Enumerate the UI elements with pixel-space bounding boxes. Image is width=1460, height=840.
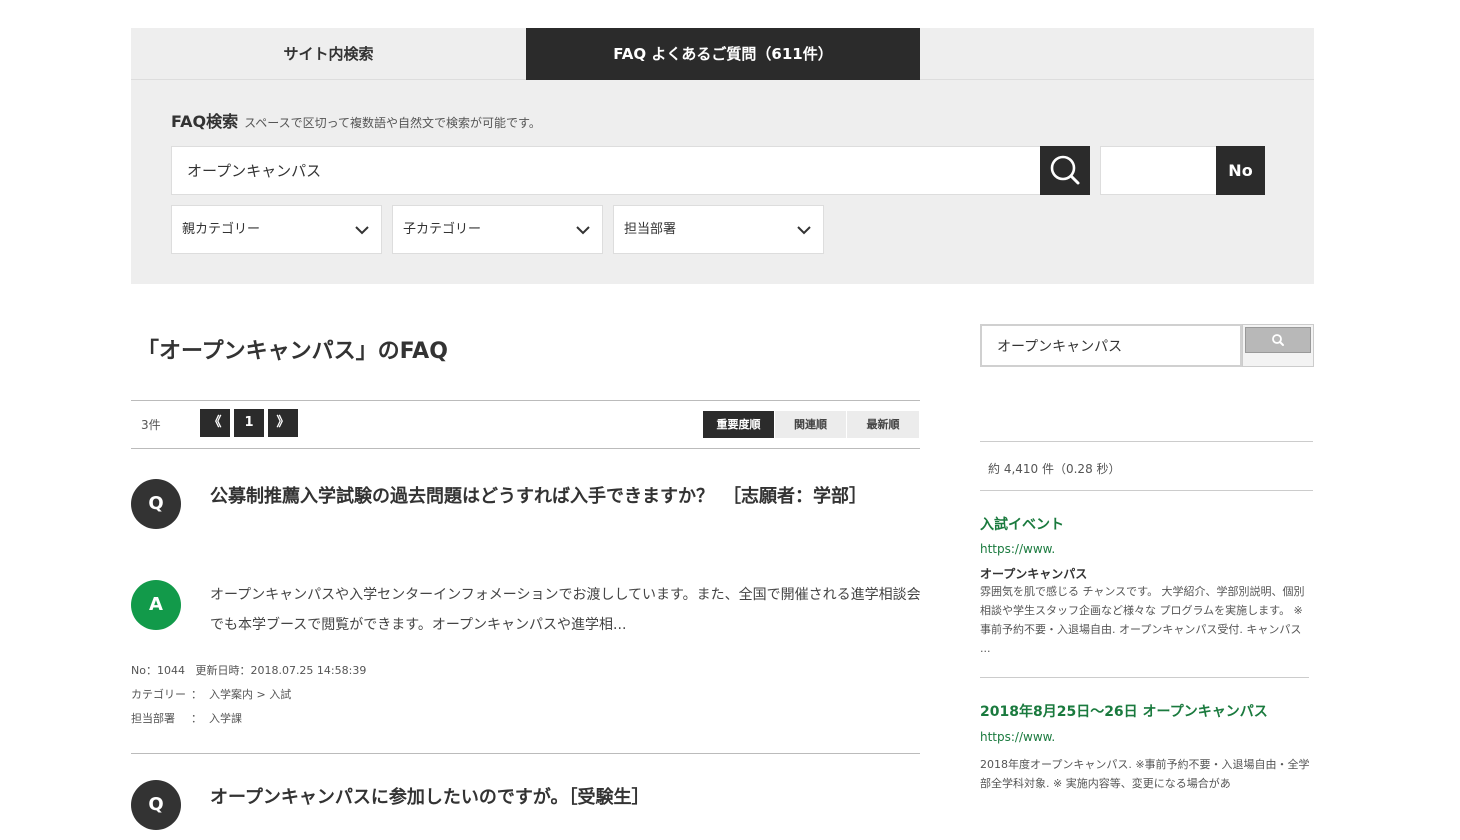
parent-category-label: 親カテゴリー xyxy=(182,222,261,237)
divider xyxy=(980,677,1309,678)
faq-number-input[interactable] xyxy=(1100,146,1217,195)
faq-search-hint: スペースで区切って複数語や自然文で検索が可能です。 xyxy=(244,116,541,130)
search-result-snippet: 2018年度オープンキャンパス. ※事前予約不要・入退場自由・全学部全学科対象.… xyxy=(980,758,1310,790)
search-stats: 約 4,410 件（0.28 秒） xyxy=(988,462,1121,476)
question-badge: Q xyxy=(131,780,181,830)
search-result-title[interactable]: 入試イベント xyxy=(980,514,1064,534)
answer-text: オープンキャンパスや入学センターインフォメーションでお渡ししています。また、全国… xyxy=(210,587,921,633)
faq-number-button[interactable]: No xyxy=(1216,146,1265,195)
faq-dept-line: 担当部署 ： 入学課 xyxy=(131,710,242,726)
answer-badge: A xyxy=(131,580,181,630)
pagination-prev[interactable]: 《 xyxy=(200,409,230,437)
search-result-subtitle: オープンキャンパス xyxy=(980,567,1088,581)
site-search-button[interactable] xyxy=(1245,327,1311,353)
tab-bar: サイト内検索 FAQ よくあるご質問（611件） xyxy=(131,28,1314,80)
chevron-down-icon xyxy=(353,206,371,273)
faq-search-heading: FAQ検索 スペースで区切って複数語や自然文で検索が可能です。 xyxy=(171,108,541,132)
result-count: 3件 xyxy=(141,418,161,432)
faq-number: No：1044 xyxy=(131,664,185,677)
faq-search-panel: サイト内検索 FAQ よくあるご質問（611件） FAQ検索 スペースで区切って複… xyxy=(131,28,1314,284)
pagination-page-1[interactable]: 1 xyxy=(234,409,264,437)
faq-keyword-input[interactable] xyxy=(171,146,1041,195)
search-icon xyxy=(1050,155,1080,185)
search-result-title[interactable]: 2018年8月25日〜26日 オープンキャンパス xyxy=(980,701,1268,721)
faq-search-button[interactable] xyxy=(1040,146,1090,195)
divider xyxy=(980,441,1313,442)
category-label: カテゴリー xyxy=(131,688,186,701)
dept-value: 入学課 xyxy=(209,712,242,725)
faq-category-line: カテゴリー ： 入学案内 > 入試 xyxy=(131,686,291,702)
chevron-down-icon xyxy=(795,206,813,273)
faq-search-title: FAQ検索 xyxy=(171,112,239,131)
category-sep: ： xyxy=(191,688,202,701)
site-search-button-wrap xyxy=(1242,324,1314,367)
parent-category-select[interactable]: 親カテゴリー xyxy=(171,205,382,254)
page-title: 「オープンキャンパス」のFAQ xyxy=(137,339,448,364)
question-link[interactable]: オープンキャンパスに参加したいのですが。［受験生］ xyxy=(210,780,910,816)
search-result-url[interactable]: https://www. xyxy=(980,730,1055,744)
department-label: 担当部署 xyxy=(624,222,677,237)
question-badge: Q xyxy=(131,479,181,529)
sort-relevance[interactable]: 関連順 xyxy=(775,411,846,438)
faq-updated: 更新日時：2018.07.25 14:58:39 xyxy=(195,664,367,677)
tab-faq[interactable]: FAQ よくあるご質問（611件） xyxy=(526,28,920,80)
sort-newest[interactable]: 最新順 xyxy=(847,411,919,438)
search-result-url[interactable]: https://www. xyxy=(980,542,1055,556)
search-icon xyxy=(1272,334,1284,346)
search-result-snippet: 雰囲気を肌で感じる チャンスです。 大学紹介、学部別説明、個別相談や学生スタッフ… xyxy=(980,585,1305,655)
dept-sep: ： xyxy=(191,712,202,725)
dept-label: 担当部署 xyxy=(131,712,175,725)
pagination-next[interactable]: 》 xyxy=(268,409,298,437)
department-select[interactable]: 担当部署 xyxy=(613,205,824,254)
divider xyxy=(131,400,920,401)
child-category-label: 子カテゴリー xyxy=(403,222,482,237)
sort-importance[interactable]: 重要度順 xyxy=(703,411,774,438)
divider xyxy=(131,448,920,449)
divider xyxy=(131,753,920,754)
divider xyxy=(980,490,1313,491)
question-link[interactable]: 公募制推薦入学試験の過去問題はどうすれば入手できますか？ ［志願者：学部］ xyxy=(210,479,910,515)
site-search-input[interactable] xyxy=(980,324,1242,367)
category-value: 入学案内 > 入試 xyxy=(209,688,292,701)
tab-site-search[interactable]: サイト内検索 xyxy=(131,28,526,80)
chevron-down-icon xyxy=(574,206,592,273)
faq-meta-line: No：1044 更新日時：2018.07.25 14:58:39 xyxy=(131,662,366,678)
child-category-select[interactable]: 子カテゴリー xyxy=(392,205,603,254)
